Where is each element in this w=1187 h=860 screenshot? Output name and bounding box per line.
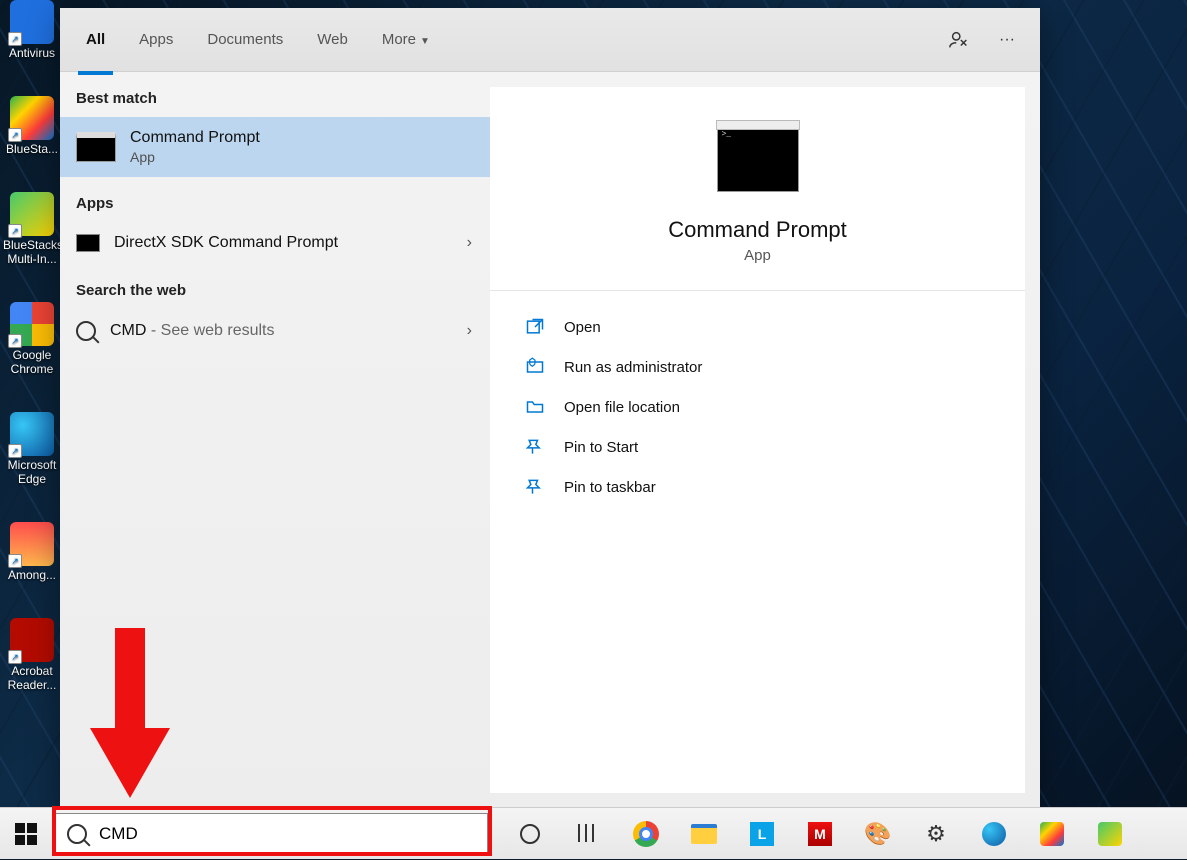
windows-logo-icon (15, 823, 37, 845)
tab-more[interactable]: More▼ (374, 25, 438, 54)
tab-documents[interactable]: Documents (199, 25, 291, 54)
feedback-icon[interactable] (944, 25, 974, 55)
taskbar-app-l[interactable]: L (748, 820, 776, 848)
result-detail-pane: Command Prompt App Open Run as administr… (490, 87, 1025, 793)
desktop-icon-label: Google Chrome (11, 348, 54, 376)
best-match-result[interactable]: Command Prompt App (60, 117, 490, 177)
taskbar-chrome[interactable] (632, 820, 660, 848)
action-open[interactable]: Open (490, 307, 1025, 347)
desktop-icon-amongus[interactable]: ↗Among... (3, 522, 61, 582)
desktop-icon-label: Acrobat Reader... (8, 664, 57, 692)
cmd-icon (76, 234, 100, 252)
paint-icon: 🎨 (864, 821, 891, 847)
taskbar-bluestacks[interactable] (1038, 820, 1066, 848)
folder-icon (524, 397, 546, 417)
bluestacks-multi-icon (1098, 822, 1122, 846)
search-icon (67, 824, 87, 844)
taskbar: L M 🎨 ⚙ (0, 807, 1187, 859)
cortana-button[interactable] (516, 820, 544, 848)
chevron-down-icon: ▼ (420, 36, 430, 47)
action-label: Pin to taskbar (564, 479, 656, 496)
search-web-heading: Search the web (60, 264, 490, 309)
desktop-icon-chrome[interactable]: ↗Google Chrome (3, 302, 61, 376)
action-run-admin[interactable]: Run as administrator (490, 347, 1025, 387)
bluestacks-icon (1040, 822, 1064, 846)
pin-icon (524, 477, 546, 497)
search-results-column: Best match Command Prompt App Apps Direc… (60, 72, 490, 808)
taskbar-edge[interactable] (980, 820, 1008, 848)
desktop-icon-label: BlueStacks Multi-In... (3, 238, 63, 266)
app-result-directx[interactable]: DirectX SDK Command Prompt › (60, 222, 490, 264)
task-view-icon (578, 824, 598, 844)
result-title: CMD - See web results (110, 322, 275, 340)
desktop-icon-bluestacks-multi[interactable]: ↗BlueStacks Multi-In... (3, 192, 61, 266)
action-pin-taskbar[interactable]: Pin to taskbar (490, 467, 1025, 507)
tab-web[interactable]: Web (309, 25, 356, 54)
taskbar-mcafee[interactable]: M (806, 820, 834, 848)
mcafee-icon: M (808, 822, 832, 846)
search-icon (76, 321, 96, 341)
desktop-icon-antivirus[interactable]: ↗Antivirus (3, 0, 61, 60)
action-pin-start[interactable]: Pin to Start (490, 427, 1025, 467)
desktop-icon-acrobat[interactable]: ↗Acrobat Reader... (3, 618, 61, 692)
action-label: Run as administrator (564, 359, 702, 376)
search-input[interactable] (99, 824, 475, 844)
app-l-icon: L (750, 822, 774, 846)
cmd-icon (717, 127, 799, 192)
desktop-icon-bluestacks[interactable]: ↗BlueSta... (3, 96, 61, 156)
result-subtitle: App (130, 149, 260, 165)
desktop-icon-edge[interactable]: ↗Microsoft Edge (3, 412, 61, 486)
best-match-heading: Best match (60, 72, 490, 117)
desktop-icon-label: BlueSta... (6, 142, 58, 156)
detail-subtitle: App (744, 247, 771, 264)
result-title: DirectX SDK Command Prompt (114, 234, 338, 252)
taskbar-settings[interactable]: ⚙ (922, 820, 950, 848)
start-button[interactable] (0, 808, 52, 860)
result-title: Command Prompt (130, 129, 260, 147)
desktop-icons-column: ↗Antivirus ↗BlueSta... ↗BlueStacks Multi… (3, 0, 61, 692)
circle-icon (520, 824, 540, 844)
chevron-right-icon: › (467, 322, 472, 340)
detail-title: Command Prompt (668, 217, 847, 243)
chrome-icon (633, 821, 659, 847)
gear-icon: ⚙ (926, 821, 946, 847)
taskbar-bluestacks-multi[interactable] (1096, 820, 1124, 848)
pin-icon (524, 437, 546, 457)
folder-icon (691, 824, 717, 844)
taskbar-explorer[interactable] (690, 820, 718, 848)
cmd-icon (76, 132, 116, 162)
open-icon (524, 317, 546, 337)
taskbar-search-box[interactable] (54, 813, 488, 855)
action-label: Open file location (564, 399, 680, 416)
edge-icon (982, 822, 1006, 846)
action-label: Open (564, 319, 601, 336)
search-tabs: All Apps Documents Web More▼ ··· (60, 8, 1040, 72)
chevron-right-icon: › (467, 234, 472, 252)
more-options-icon[interactable]: ··· (992, 25, 1022, 55)
action-label: Pin to Start (564, 439, 638, 456)
desktop-icon-label: Among... (8, 568, 56, 582)
action-open-location[interactable]: Open file location (490, 387, 1025, 427)
tab-all[interactable]: All (78, 25, 113, 54)
desktop-icon-label: Antivirus (9, 46, 55, 60)
web-result-cmd[interactable]: CMD - See web results › (60, 309, 490, 353)
start-search-panel: All Apps Documents Web More▼ ··· Best ma… (60, 8, 1040, 808)
shield-icon (524, 357, 546, 377)
tab-apps[interactable]: Apps (131, 25, 181, 54)
taskbar-paint[interactable]: 🎨 (864, 820, 892, 848)
task-view-button[interactable] (574, 820, 602, 848)
desktop-icon-label: Microsoft Edge (8, 458, 57, 486)
apps-heading: Apps (60, 177, 490, 222)
